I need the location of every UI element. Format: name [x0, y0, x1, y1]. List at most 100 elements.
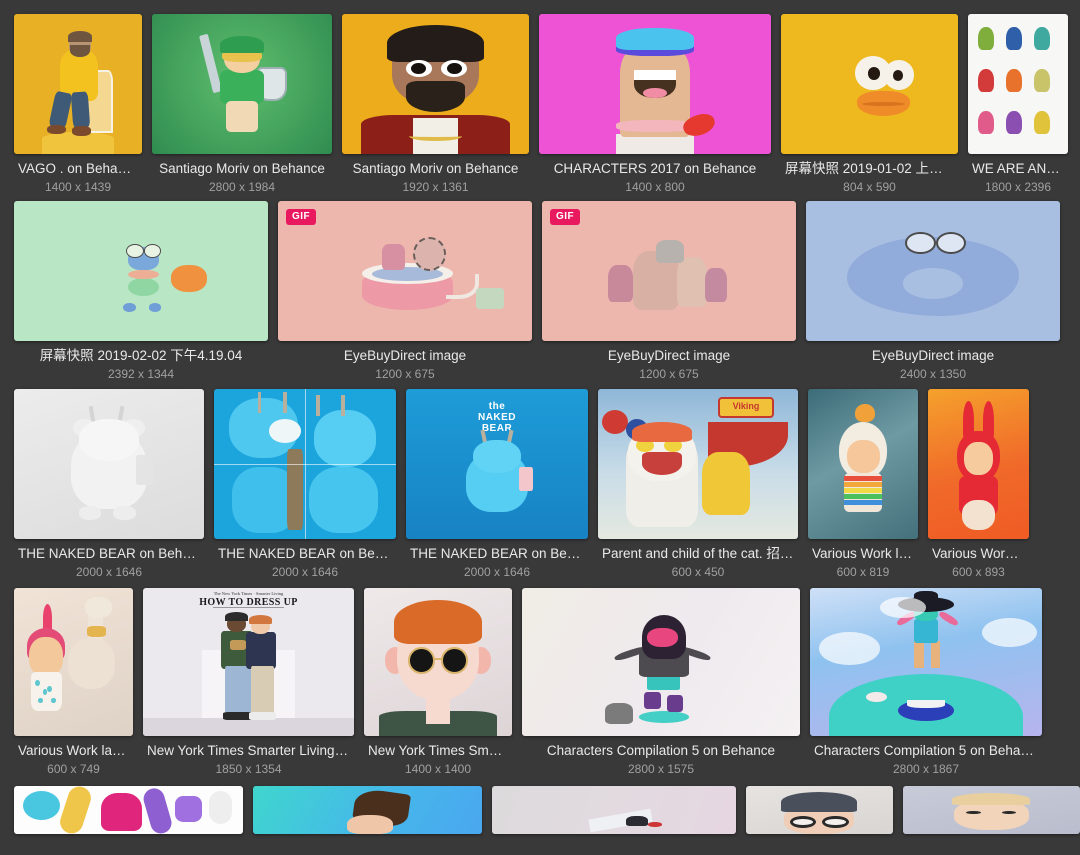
monster-figure	[1006, 110, 1022, 135]
thumbnail[interactable]	[539, 14, 771, 154]
item-dimensions: 1400 x 800	[625, 180, 685, 194]
artwork-image	[745, 786, 893, 834]
thumbnail[interactable]: The New York Times · Smarter Living HOW …	[143, 588, 354, 736]
thumbnail[interactable]: Viking	[598, 389, 798, 539]
thumbnail[interactable]	[810, 588, 1042, 736]
item-title: New York Times Smarter Living G…	[147, 743, 350, 758]
item-dimensions: 1850 x 1354	[215, 762, 282, 776]
gallery-item[interactable]: Santiago Moriv on Behance 2800 x 1984	[152, 14, 332, 195]
thumbnail[interactable]	[214, 389, 396, 539]
item-dimensions: 1920 x 1361	[402, 180, 469, 194]
caption: THE NAKED BEAR on Behance 2000 x 1646	[406, 546, 588, 580]
doodle-shape	[101, 792, 143, 832]
gallery-item[interactable]: WE ARE ANTI… 1800 x 2396	[968, 14, 1068, 195]
item-dimensions: 2392 x 1344	[107, 367, 175, 381]
antler	[283, 392, 287, 413]
gallery-item[interactable]: Viking Parent and child of the cat. 招き… …	[598, 389, 798, 580]
thumbnail[interactable]	[14, 389, 204, 539]
thumbnail[interactable]	[808, 389, 918, 539]
artwork-image: the NAKED BEAR	[406, 389, 588, 539]
gallery-item[interactable]	[253, 786, 482, 834]
item-title: 屏幕快照 2019-01-02 上午…	[785, 161, 954, 176]
thumbnail[interactable]	[745, 786, 893, 834]
gallery-item[interactable]: The New York Times · Smarter Living HOW …	[143, 588, 354, 777]
antler	[341, 395, 346, 416]
monster-figure	[1006, 26, 1022, 51]
caption: Various Work lat… 600 x 819	[808, 546, 918, 580]
dress-dot	[35, 679, 41, 686]
gallery-item[interactable]: 屏幕快照 2019-01-02 上午… 804 x 590	[781, 14, 958, 195]
thumbnail[interactable]	[522, 588, 800, 736]
thumbnail[interactable]	[342, 14, 529, 154]
thumbnail[interactable]	[491, 786, 736, 834]
gallery-item[interactable]: CHARACTERS 2017 on Behance 1400 x 800	[539, 14, 771, 195]
item-title: EyeBuyDirect image	[871, 348, 995, 363]
artwork-image	[152, 14, 332, 154]
artwork-image	[14, 588, 133, 736]
item-title: VAGO . on Behance	[18, 161, 138, 176]
gallery-item[interactable]	[745, 786, 893, 834]
item-title: Santiago Moriv on Behance	[159, 161, 325, 176]
thumbnail[interactable]	[14, 786, 244, 834]
gallery-item[interactable]: Characters Compilation 5 on Behance 2800…	[522, 588, 800, 777]
caption: Parent and child of the cat. 招き… 600 x 4…	[598, 546, 798, 580]
gallery-item[interactable]: THE NAKED BEAR on Behance 2000 x 1646	[214, 389, 396, 580]
gallery-item[interactable]	[14, 786, 244, 834]
gallery-item[interactable]: GIF EyeBuyDirect image 1200 x 675	[278, 201, 532, 382]
thumbnail[interactable]: the NAKED BEAR	[406, 389, 588, 539]
thumbnail[interactable]	[152, 14, 332, 154]
gallery-item[interactable]: 屏幕快照 2019-02-02 下午4.19.04 2392 x 1344	[14, 201, 268, 382]
thumbnail[interactable]	[14, 14, 142, 154]
artwork-image	[342, 14, 529, 154]
thumbnail[interactable]: GIF	[542, 201, 796, 341]
thumbnail[interactable]	[902, 786, 1080, 834]
doodle-shape	[208, 790, 232, 825]
thumbnail[interactable]	[14, 201, 268, 341]
gallery-item[interactable]	[491, 786, 736, 834]
gallery-item[interactable]: EyeBuyDirect image 2400 x 1350	[806, 201, 1060, 382]
gallery-row: VAGO . on Behance 1400 x 1439 Santiago M…	[0, 0, 1080, 195]
artwork-image	[902, 786, 1080, 834]
thumbnail[interactable]: GIF	[278, 201, 532, 341]
thumbnail[interactable]	[253, 786, 482, 834]
artwork-image	[808, 389, 918, 539]
thumbnail[interactable]	[364, 588, 512, 736]
caption: THE NAKED BEAR on Behance 2000 x 1646	[14, 546, 204, 580]
artwork-image	[522, 588, 800, 736]
gallery-item[interactable]: Various Work lat… 600 x 819	[808, 389, 918, 580]
gallery-item[interactable]: THE NAKED BEAR on Behance 2000 x 1646	[14, 389, 204, 580]
thumbnail[interactable]	[806, 201, 1060, 341]
thumbnail[interactable]	[14, 588, 133, 736]
item-dimensions: 2400 x 1350	[899, 367, 967, 381]
gallery-item[interactable]: New York Times Smarte… 1400 x 1400	[364, 588, 512, 777]
caption: Characters Compilation 5 on Behance 2800…	[810, 743, 1042, 777]
caption: Santiago Moriv on Behance 2800 x 1984	[152, 161, 332, 195]
thumbnail[interactable]	[968, 14, 1068, 154]
doodle-shape	[141, 786, 174, 834]
item-title: Various Work la…	[932, 546, 1025, 561]
item-dimensions: 1200 x 675	[639, 367, 699, 381]
artwork-image	[253, 786, 482, 834]
artwork-image	[14, 389, 204, 539]
gallery-item[interactable]: GIF EyeBuyDirect image 1200 x 675	[542, 201, 796, 382]
gallery-item[interactable]: theNAKEDBEAR THE NAKED BEAR on Behance 2…	[406, 389, 588, 580]
bear-part	[268, 419, 302, 443]
nyt-headline: HOW TO DRESS UP	[199, 596, 298, 608]
antler	[257, 392, 262, 413]
item-dimensions: 2000 x 1646	[463, 565, 531, 579]
thumbnail[interactable]	[928, 389, 1029, 539]
gallery-item[interactable]	[902, 786, 1080, 834]
monster-figure	[1034, 68, 1050, 93]
caption: CHARACTERS 2017 on Behance 1400 x 800	[539, 161, 771, 195]
monster-figure	[1006, 68, 1022, 93]
gallery-item[interactable]: VAGO . on Behance 1400 x 1439	[14, 14, 142, 195]
item-title: EyeBuyDirect image	[343, 348, 467, 363]
gallery-item[interactable]: Santiago Moriv on Behance 1920 x 1361	[342, 14, 529, 195]
gallery-item[interactable]: Characters Compilation 5 on Behance 2800…	[810, 588, 1042, 777]
gallery-row: Various Work late … 600 x 749 The New Yo…	[0, 580, 1080, 777]
thumbnail[interactable]	[781, 14, 958, 154]
item-title: New York Times Smarte…	[368, 743, 508, 758]
artwork-image	[968, 14, 1068, 154]
gallery-item[interactable]: Various Work late … 600 x 749	[14, 588, 133, 777]
gallery-item[interactable]: Various Work la… 600 x 893	[928, 389, 1029, 580]
